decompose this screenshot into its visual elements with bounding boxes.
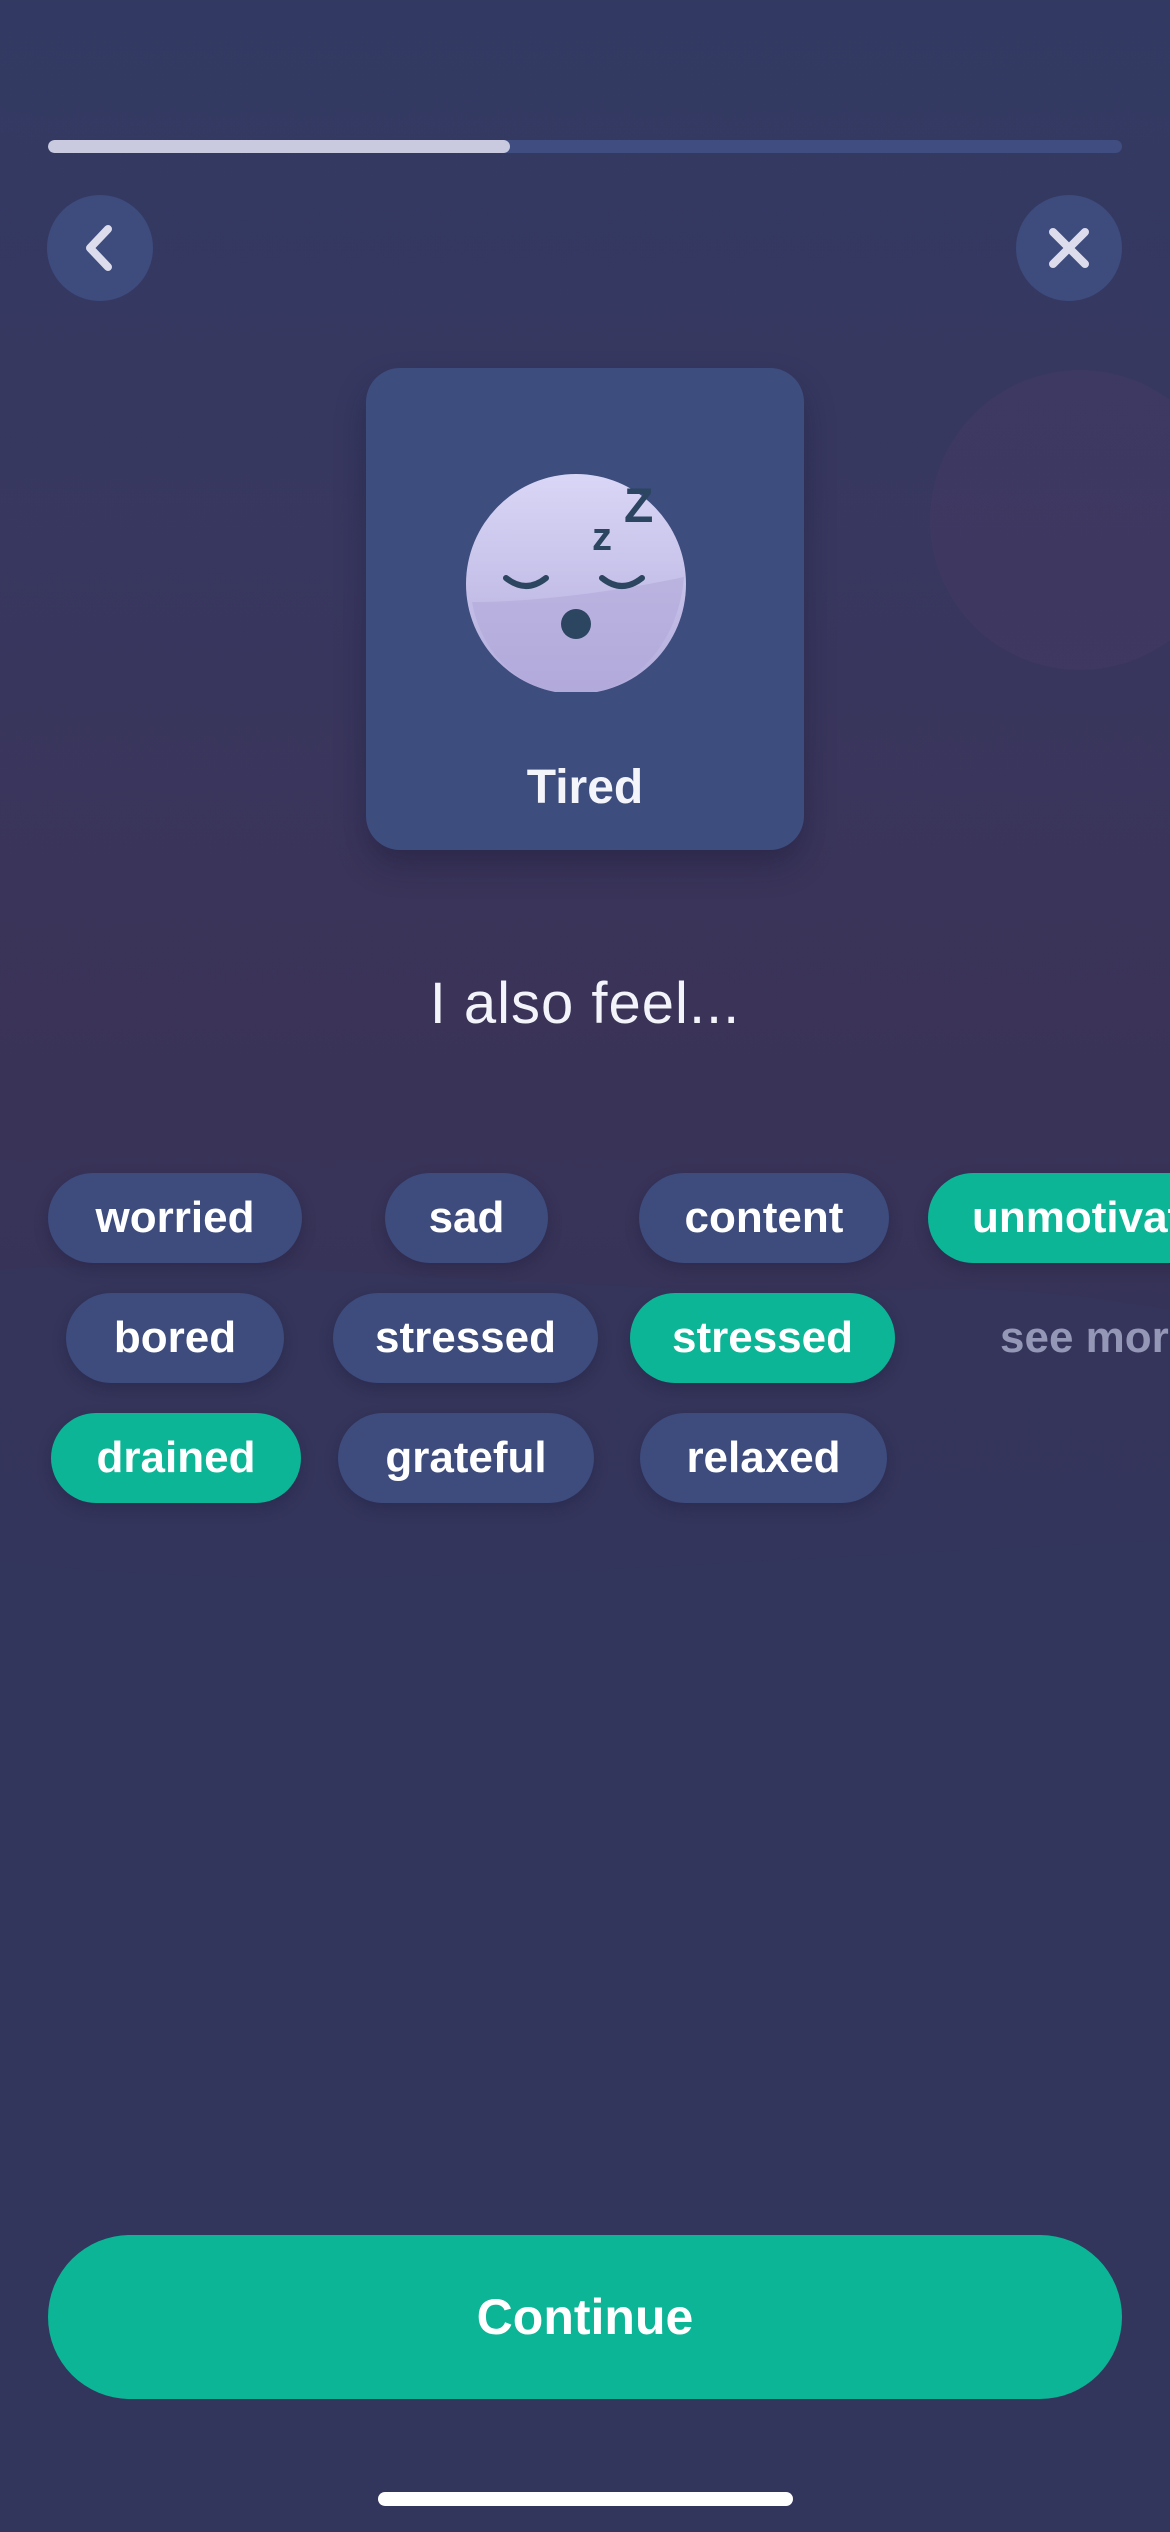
sleep-letter-small: z: [592, 515, 612, 559]
feeling-chip-worried[interactable]: worried: [48, 1173, 302, 1263]
feeling-chip-stressed[interactable]: stressed: [333, 1293, 598, 1383]
feeling-chip-bored[interactable]: bored: [66, 1293, 284, 1383]
progress-fill: [48, 140, 510, 153]
see-more-link[interactable]: see more: [1000, 1293, 1170, 1383]
sleepy-face-icon: z Z: [466, 474, 686, 692]
feeling-chip-sad[interactable]: sad: [385, 1173, 548, 1263]
feeling-chip-grateful[interactable]: grateful: [338, 1413, 594, 1503]
back-button[interactable]: [47, 195, 153, 301]
prompt-text: I also feel...: [429, 971, 741, 1036]
continue-button[interactable]: Continue: [48, 2235, 1122, 2399]
sleep-letter-large: Z: [624, 480, 653, 533]
close-icon: [1049, 228, 1089, 268]
feeling-chip-content[interactable]: content: [639, 1173, 889, 1263]
close-button[interactable]: [1016, 195, 1122, 301]
feeling-chip-stressed-selected[interactable]: stressed: [630, 1293, 895, 1383]
progress-bar: [48, 140, 1122, 153]
feeling-chip-drained[interactable]: drained: [51, 1413, 301, 1503]
mood-label: Tired: [526, 761, 644, 814]
mood-card: z Z Tired: [366, 368, 804, 850]
home-indicator[interactable]: [378, 2492, 793, 2506]
feeling-chip-relaxed[interactable]: relaxed: [640, 1413, 887, 1503]
chevron-left-icon: [86, 225, 112, 271]
feeling-chip-unmotivated[interactable]: unmotivated: [928, 1173, 1170, 1263]
